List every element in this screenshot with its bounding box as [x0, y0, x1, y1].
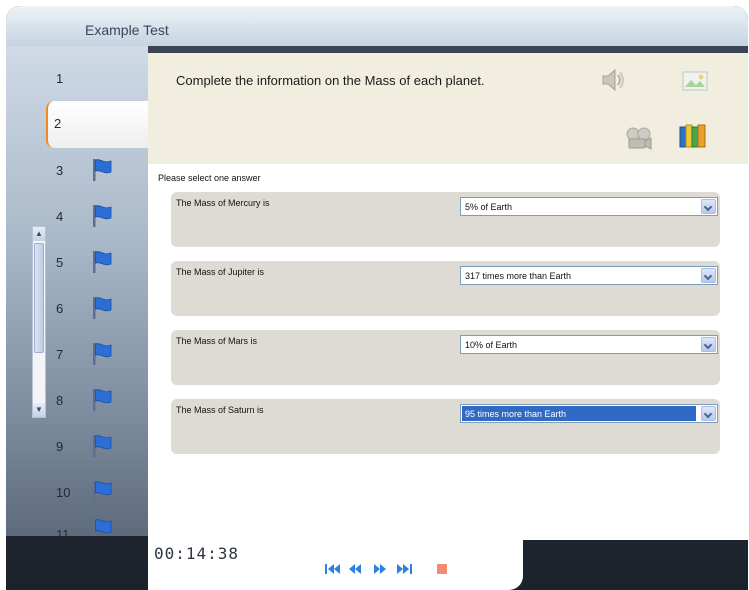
answer-value: 5% of Earth — [465, 202, 513, 212]
flag-icon — [93, 159, 112, 181]
scroll-down-icon[interactable]: ▼ — [33, 403, 45, 417]
answer-value: 317 times more than Earth — [465, 271, 572, 281]
timer: 00:14:38 — [154, 544, 240, 563]
last-icon[interactable] — [395, 563, 413, 575]
answer-row: The Mass of Jupiter is 317 times more th… — [171, 261, 720, 316]
question-header: Complete the information on the Mass of … — [148, 53, 748, 164]
answer-row: The Mass of Saturn is 95 times more than… — [171, 399, 720, 454]
nav-question-4[interactable]: 4 — [6, 194, 148, 240]
answer-select[interactable]: 95 times more than Earth — [460, 404, 718, 423]
answer-select[interactable]: 317 times more than Earth — [460, 266, 718, 285]
nav-question-number: 1 — [56, 71, 64, 86]
title-bar: Example Test — [6, 6, 748, 46]
answer-area: Please select one answer The Mass of Mer… — [148, 164, 748, 540]
answer-label: The Mass of Saturn is — [176, 405, 264, 415]
answer-label: The Mass of Jupiter is — [176, 267, 265, 277]
scroll-up-icon[interactable]: ▲ — [33, 227, 45, 241]
nav-question-9[interactable]: 9 — [6, 424, 148, 470]
video-reel-icon[interactable] — [623, 123, 655, 153]
nav-question-10[interactable]: 10 — [6, 470, 148, 516]
answer-row: The Mass of Mercury is 5% of Earth — [171, 192, 720, 247]
flag-icon — [93, 389, 112, 411]
first-icon[interactable] — [324, 563, 342, 575]
next-icon[interactable] — [371, 563, 389, 575]
scroll-thumb[interactable] — [34, 243, 44, 353]
nav-question-number: 6 — [56, 301, 64, 316]
nav-question-number: 7 — [56, 347, 64, 362]
answer-label: The Mass of Mars is — [176, 336, 258, 346]
nav-question-number: 10 — [56, 485, 71, 500]
nav-question-3[interactable]: 3 — [6, 148, 148, 194]
chevron-down-icon[interactable] — [701, 268, 716, 283]
nav-question-11[interactable]: 11 — [6, 512, 148, 536]
flag-icon — [93, 297, 112, 319]
window-title: Example Test — [85, 22, 169, 38]
flag-icon — [93, 519, 112, 536]
flag-icon — [93, 481, 112, 503]
flag-icon — [93, 343, 112, 365]
nav-question-number: 4 — [56, 209, 64, 224]
nav-question-5[interactable]: 5 — [6, 240, 148, 286]
instruction-text: Please select one answer — [158, 173, 261, 183]
answer-row: The Mass of Mars is 10% of Earth — [171, 330, 720, 385]
flag-icon — [93, 435, 112, 457]
nav-question-number: 3 — [56, 163, 64, 178]
nav-question-number: 2 — [54, 116, 62, 131]
chevron-down-icon[interactable] — [701, 337, 716, 352]
answer-value: 95 times more than Earth — [465, 409, 567, 419]
chevron-down-icon[interactable] — [701, 406, 716, 421]
footer-controls: 00:14:38 — [148, 540, 523, 590]
nav-question-number: 9 — [56, 439, 64, 454]
nav-question-7[interactable]: 7 — [6, 332, 148, 378]
nav-question-number: 8 — [56, 393, 64, 408]
chevron-down-icon[interactable] — [701, 199, 716, 214]
speaker-icon[interactable] — [597, 65, 629, 95]
answer-select[interactable]: 5% of Earth — [460, 197, 718, 216]
nav-question-number: 5 — [56, 255, 64, 270]
nav-question-6[interactable]: 6 — [6, 286, 148, 332]
nav-question-number: 11 — [56, 527, 70, 536]
nav-question-8[interactable]: 8 — [6, 378, 148, 424]
nav-question-2[interactable]: 2 — [46, 101, 148, 148]
image-icon[interactable] — [679, 67, 711, 97]
question-scrollbar[interactable]: ▲ ▼ — [32, 226, 46, 418]
nav-question-1[interactable]: 1 — [6, 56, 148, 102]
test-window: Example Test 1 2 3 4 5 6 7 8 9 10 11 ▲ ▼… — [6, 6, 748, 590]
books-icon[interactable] — [677, 121, 709, 151]
previous-icon[interactable] — [346, 563, 364, 575]
stop-icon[interactable] — [436, 563, 448, 575]
flag-icon — [93, 251, 112, 273]
answer-select[interactable]: 10% of Earth — [460, 335, 718, 354]
flag-icon — [93, 205, 112, 227]
question-text: Complete the information on the Mass of … — [176, 73, 485, 88]
answer-label: The Mass of Mercury is — [176, 198, 270, 208]
answer-value: 10% of Earth — [465, 340, 518, 350]
question-nav: 1 2 3 4 5 6 7 8 9 10 11 ▲ ▼ — [6, 46, 148, 536]
